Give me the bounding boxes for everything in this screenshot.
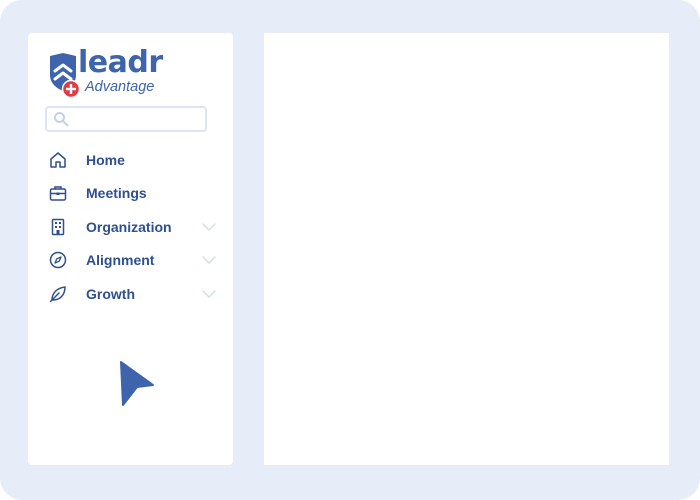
sidebar-item-label: Organization [86,219,172,235]
sidebar-item-label: Home [86,152,125,168]
sidebar-item-alignment[interactable]: Alignment [46,248,218,272]
app-frame: leadr Advantage Home Meetings Organizati… [0,0,700,500]
logo-wordmark: leadr [78,45,163,80]
mouse-cursor-icon [120,361,154,406]
search-input[interactable] [73,110,199,128]
chevron-down-icon[interactable] [202,289,216,299]
sidebar-item-label: Meetings [86,185,147,201]
main-content-panel [264,33,669,465]
sidebar-item-organization[interactable]: Organization [46,215,218,239]
leaf-icon [49,286,66,303]
sidebar-item-growth[interactable]: Growth [46,282,218,306]
chevron-down-icon[interactable] [202,222,216,232]
home-icon [50,152,66,168]
sidebar-item-home[interactable]: Home [46,148,218,172]
briefcase-icon [49,186,67,201]
search-box[interactable] [45,106,207,132]
sidebar-item-label: Alignment [86,252,155,268]
search-icon [54,112,69,127]
app-logo[interactable]: leadr Advantage [48,45,188,100]
logo-subtitle: Advantage [85,79,155,95]
compass-icon [49,251,67,269]
sidebar-item-meetings[interactable]: Meetings [46,181,218,205]
chevron-down-icon[interactable] [202,255,216,265]
shield-logo-icon [50,53,80,99]
building-icon [51,218,65,236]
sidebar-item-label: Growth [86,286,135,302]
